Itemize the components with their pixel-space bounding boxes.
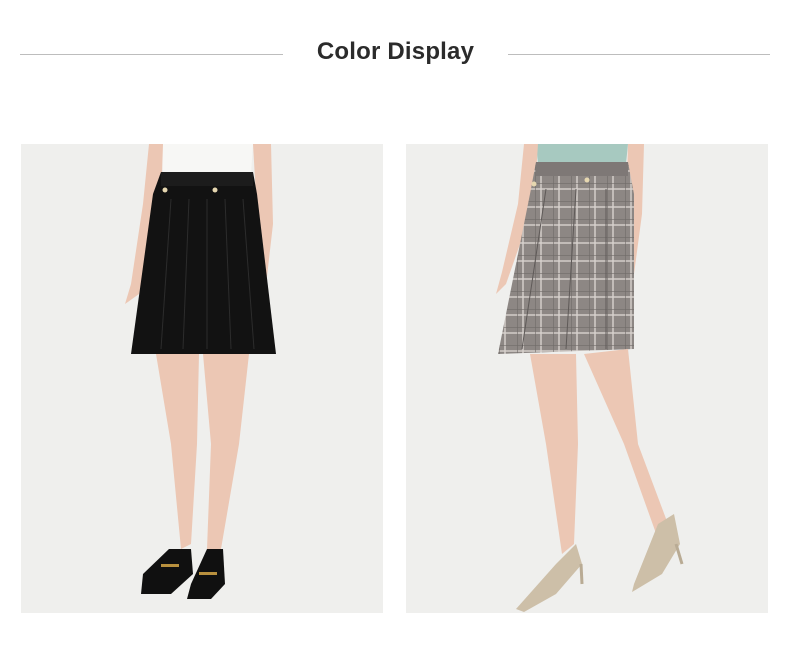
section-title: Color Display: [316, 38, 475, 65]
product-photo-plaid-skirt: [406, 144, 768, 613]
divider-right: [508, 54, 770, 55]
divider-left: [20, 54, 283, 55]
product-photo-black-skirt: [21, 144, 383, 613]
section-header: Color Display: [0, 30, 790, 80]
